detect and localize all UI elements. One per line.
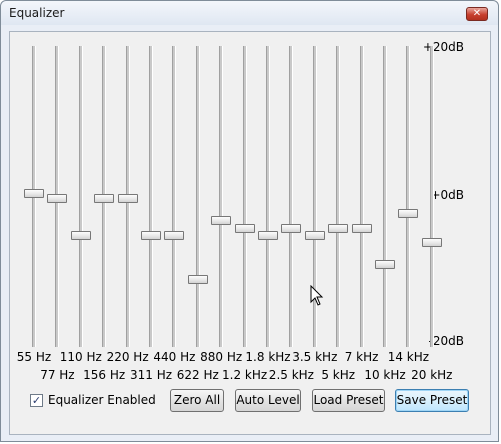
close-button[interactable]: ✕ <box>466 7 488 21</box>
slider-track[interactable] <box>78 46 83 347</box>
slider-track[interactable] <box>149 46 153 347</box>
band-frequency-label: 14 kHz <box>387 350 430 364</box>
slider-thumb[interactable] <box>328 223 349 233</box>
slider-track[interactable] <box>242 46 247 347</box>
check-icon: ✓ <box>31 393 42 407</box>
band-frequency-label: 440 Hz <box>153 350 196 364</box>
window-title: Equalizer <box>9 6 65 20</box>
scale-middle-label: +0dB <box>430 188 464 202</box>
band-frequency-label: 110 Hz <box>59 350 102 364</box>
slider-thumb[interactable] <box>211 216 232 226</box>
slider-track[interactable] <box>359 46 364 347</box>
slider-track[interactable] <box>336 46 341 347</box>
slider-track[interactable] <box>172 46 177 347</box>
slider-thumb[interactable] <box>94 194 115 204</box>
slider-thumb[interactable] <box>187 274 208 284</box>
slider-track[interactable] <box>219 46 224 347</box>
slider-thumb[interactable] <box>47 193 68 203</box>
band-frequency-label: 2.5 kHz <box>268 368 314 382</box>
band-frequency-label: 7 kHz <box>344 350 379 364</box>
slider-thumb[interactable] <box>164 230 185 240</box>
scale-bottom-label: -20dB <box>428 334 464 348</box>
zero-all-button[interactable]: Zero All <box>170 389 224 412</box>
title-bar[interactable]: Equalizer ✕ <box>1 1 498 25</box>
slider-track[interactable] <box>266 46 270 347</box>
band-frequency-label: 20 kHz <box>411 368 453 382</box>
equalizer-enabled-checkbox[interactable]: ✓ <box>30 393 43 407</box>
slider-thumb[interactable] <box>304 230 325 240</box>
band-frequency-label: 1.8 kHz <box>245 350 291 364</box>
band-frequency-label: 55 Hz <box>16 350 52 364</box>
slider-track[interactable] <box>429 46 434 347</box>
band-frequency-label: 622 Hz <box>176 368 219 382</box>
band-frequency-label: 10 kHz <box>364 368 406 382</box>
slider-thumb[interactable] <box>258 230 278 240</box>
equalizer-window: Equalizer ✕ +20dB +0dB -20dB 55 Hz 77 Hz 1… <box>0 0 499 442</box>
equalizer-panel: +20dB +0dB -20dB 55 Hz 77 Hz 110 Hz 156 Hz 2… <box>9 31 491 435</box>
auto-level-button[interactable]: Auto Level <box>235 389 301 412</box>
slider-thumb[interactable] <box>70 230 91 240</box>
equalizer-enabled-label: Equalizer Enabled <box>48 393 156 407</box>
slider-track[interactable] <box>406 46 411 347</box>
band-frequency-label: 1.2 kHz <box>222 368 268 382</box>
slider-thumb[interactable] <box>141 230 161 240</box>
load-preset-button[interactable]: Load Preset <box>312 389 385 412</box>
save-preset-button[interactable]: Save Preset <box>395 389 469 412</box>
band-frequency-label: 77 Hz <box>40 368 75 382</box>
slider-thumb[interactable] <box>398 208 419 218</box>
band-frequency-label: 3.5 kHz <box>292 350 338 364</box>
slider-track[interactable] <box>383 46 387 347</box>
slider-thumb[interactable] <box>421 238 442 248</box>
slider-thumb[interactable] <box>117 194 138 204</box>
close-icon: ✕ <box>472 8 482 19</box>
band-frequency-label: 156 Hz <box>83 368 126 382</box>
mouse-cursor-icon <box>310 285 324 306</box>
band-frequency-label: 311 Hz <box>129 368 173 382</box>
band-frequency-label: 220 Hz <box>106 350 149 364</box>
slider-thumb[interactable] <box>234 223 255 233</box>
band-frequency-label: 5 kHz <box>321 368 356 382</box>
slider-track[interactable] <box>195 46 200 347</box>
equalizer-enabled-toggle[interactable]: ✓ Equalizer Enabled <box>30 392 156 408</box>
slider-thumb[interactable] <box>375 260 395 270</box>
slider-track[interactable] <box>289 46 294 347</box>
slider-thumb[interactable] <box>24 188 44 198</box>
band-frequency-label: 880 Hz <box>200 350 243 364</box>
slider-thumb[interactable] <box>351 223 372 233</box>
slider-thumb[interactable] <box>281 223 302 233</box>
